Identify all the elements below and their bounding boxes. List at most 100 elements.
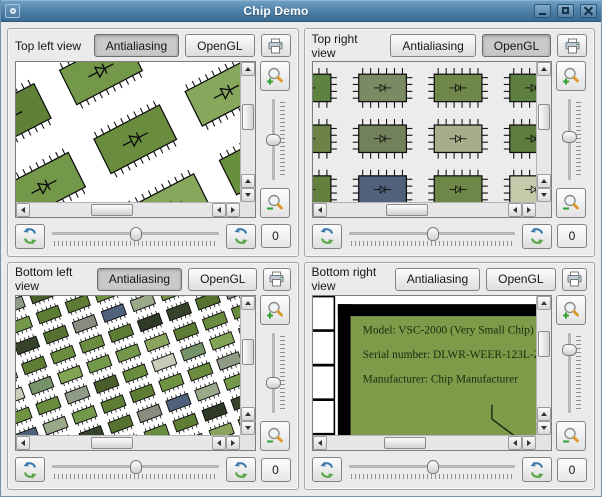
print-button[interactable]: [263, 267, 291, 291]
rotate-right-button[interactable]: [522, 457, 552, 482]
opengl-toggle-button[interactable]: OpenGL: [481, 34, 552, 57]
antialiasing-toggle-button[interactable]: Antialiasing: [394, 267, 481, 291]
vertical-scrollbar[interactable]: [239, 62, 255, 202]
rotate-slider[interactable]: [50, 457, 221, 482]
scroll-up-button[interactable]: [537, 407, 551, 421]
zoom-out-button[interactable]: [556, 187, 586, 218]
rotate-spinbox[interactable]: 0: [557, 224, 587, 248]
scroll-up-button[interactable]: [240, 62, 255, 76]
antialiasing-toggle-button[interactable]: Antialiasing: [390, 34, 476, 57]
scroll-up-button[interactable]: [240, 173, 255, 188]
zoom-slider[interactable]: [261, 330, 289, 417]
close-icon: [584, 6, 593, 15]
scroll-left-button[interactable]: [211, 202, 226, 217]
zoom-out-button[interactable]: [556, 421, 586, 451]
minimize-button[interactable]: [534, 3, 551, 18]
vertical-scroll-thumb[interactable]: [538, 104, 550, 130]
print-button[interactable]: [557, 34, 587, 57]
rotate-slider[interactable]: [347, 224, 518, 249]
titlebar[interactable]: Chip Demo: [1, 0, 601, 22]
zoom-in-button[interactable]: [259, 61, 290, 91]
rotate-slider-handle[interactable]: [130, 460, 142, 474]
rotate-slider-handle[interactable]: [426, 460, 439, 474]
zoom-slider-handle[interactable]: [562, 343, 577, 356]
scroll-left-button[interactable]: [508, 436, 522, 450]
horizontal-scroll-thumb[interactable]: [383, 437, 426, 449]
zoom-slider[interactable]: [261, 96, 289, 183]
scroll-down-button[interactable]: [240, 187, 255, 202]
graphics-view[interactable]: [15, 61, 256, 218]
scroll-right-button[interactable]: [522, 436, 536, 450]
zoom-slider[interactable]: [557, 330, 585, 417]
scroll-left-button[interactable]: [16, 202, 30, 217]
rotate-slider-handle[interactable]: [130, 226, 142, 241]
scroll-up-button[interactable]: [537, 295, 551, 310]
scroll-right-button[interactable]: [225, 202, 240, 217]
scroll-up-button[interactable]: [240, 295, 255, 310]
horizontal-scroll-thumb[interactable]: [91, 437, 133, 449]
arrow-left-icon: [216, 440, 221, 446]
scroll-left-button[interactable]: [312, 436, 327, 450]
zoom-out-button[interactable]: [259, 421, 290, 451]
scroll-down-button[interactable]: [537, 421, 551, 435]
zoom-in-button[interactable]: [556, 294, 586, 325]
scroll-left-button[interactable]: [312, 202, 327, 217]
scroll-left-button[interactable]: [508, 202, 522, 217]
rotate-controls: 0: [15, 456, 291, 483]
maximize-button[interactable]: [557, 3, 574, 18]
vertical-scrollbar[interactable]: [536, 295, 551, 435]
rotate-spinbox[interactable]: 0: [260, 457, 291, 482]
horizontal-scrollbar[interactable]: [312, 435, 536, 450]
rotate-left-button[interactable]: [311, 223, 342, 249]
horizontal-scrollbar[interactable]: [312, 201, 536, 217]
scroll-down-button[interactable]: [537, 187, 551, 202]
antialiasing-toggle-button[interactable]: Antialiasing: [93, 34, 180, 57]
vertical-scroll-thumb[interactable]: [241, 104, 254, 130]
vertical-scroll-thumb[interactable]: [241, 338, 254, 365]
zoom-slider-handle[interactable]: [265, 134, 281, 146]
vertical-scroll-thumb[interactable]: [538, 330, 550, 357]
print-button[interactable]: [561, 267, 587, 291]
rotate-right-button[interactable]: [225, 223, 256, 249]
graphics-view[interactable]: [311, 61, 552, 218]
zoom-out-button[interactable]: [259, 187, 290, 218]
opengl-toggle-button[interactable]: OpenGL: [185, 34, 255, 57]
rotate-slider[interactable]: [347, 457, 518, 482]
print-button[interactable]: [260, 34, 291, 57]
rotate-spinbox[interactable]: 0: [557, 457, 587, 482]
scroll-right-button[interactable]: [522, 202, 536, 217]
horizontal-scroll-thumb[interactable]: [385, 203, 428, 216]
scroll-left-button[interactable]: [16, 436, 30, 450]
rotate-slider[interactable]: [50, 224, 221, 249]
scroll-up-button[interactable]: [537, 62, 551, 76]
rotate-right-button[interactable]: [225, 457, 256, 482]
opengl-toggle-button[interactable]: OpenGL: [486, 267, 556, 291]
scroll-down-button[interactable]: [240, 421, 255, 435]
rotate-left-button[interactable]: [15, 223, 45, 249]
antialiasing-toggle-button[interactable]: Antialiasing: [96, 267, 183, 291]
scroll-up-button[interactable]: [240, 407, 255, 421]
rotate-right-button[interactable]: [522, 223, 552, 249]
scroll-left-button[interactable]: [211, 436, 226, 450]
close-button[interactable]: [580, 3, 597, 18]
scroll-right-button[interactable]: [225, 436, 240, 450]
graphics-view[interactable]: [15, 294, 256, 451]
zoom-slider-handle[interactable]: [265, 376, 281, 389]
zoom-in-button[interactable]: [259, 294, 290, 325]
horizontal-scrollbar[interactable]: [16, 201, 240, 217]
zoom-slider[interactable]: [557, 96, 585, 183]
zoom-slider-handle[interactable]: [562, 131, 577, 143]
rotate-spinbox[interactable]: 0: [260, 224, 291, 248]
window-menu-icon[interactable]: [5, 3, 20, 18]
scroll-up-button[interactable]: [537, 173, 551, 188]
rotate-slider-handle[interactable]: [426, 226, 439, 241]
zoom-in-button[interactable]: [556, 61, 586, 91]
horizontal-scrollbar[interactable]: [16, 435, 240, 450]
rotate-left-button[interactable]: [311, 457, 342, 482]
vertical-scrollbar[interactable]: [536, 62, 551, 202]
horizontal-scroll-thumb[interactable]: [91, 203, 133, 216]
opengl-toggle-button[interactable]: OpenGL: [188, 267, 258, 291]
rotate-left-button[interactable]: [15, 457, 45, 482]
vertical-scrollbar[interactable]: [239, 295, 255, 435]
graphics-view[interactable]: Model: VSC-2000 (Very Small Chip) at 9 Se…: [311, 294, 552, 451]
